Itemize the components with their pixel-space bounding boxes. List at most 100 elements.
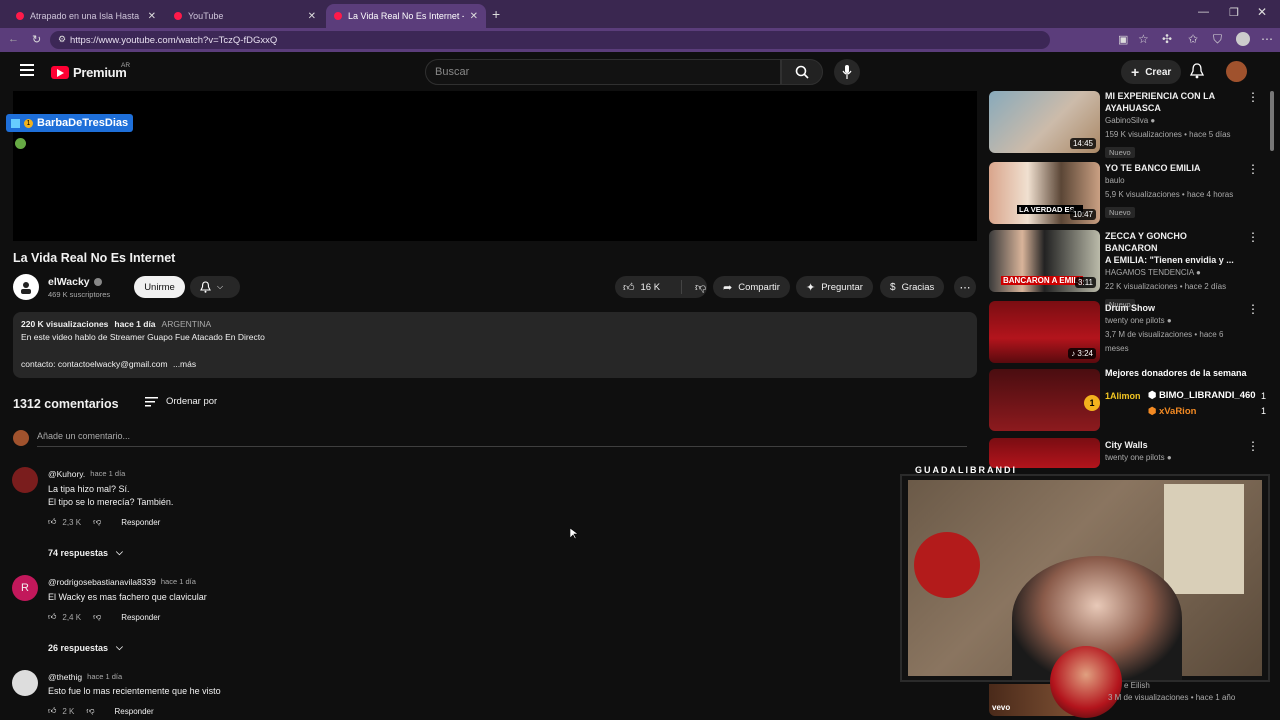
reader-icon[interactable]: ▣: [1118, 33, 1128, 46]
more-vertical-icon[interactable]: ⋮: [1247, 230, 1259, 244]
browser-tab[interactable]: YouTube ✕: [166, 4, 324, 28]
comment-time: hace 1 día: [160, 577, 196, 586]
reply-button[interactable]: Responder: [121, 613, 160, 622]
new-badge: Nuevo: [1105, 147, 1135, 158]
comment-avatar[interactable]: [12, 670, 38, 696]
comment-author[interactable]: @rodrigosebastianavila8339: [48, 577, 156, 587]
notifications-bell-icon[interactable]: [1190, 63, 1204, 79]
add-comment-input[interactable]: Añade un comentario...: [37, 431, 130, 441]
channel-avatar[interactable]: [13, 274, 39, 300]
recommendation-meta: 5,9 K visualizaciones • hace 4 horas: [1105, 190, 1234, 199]
verified-icon: [93, 278, 102, 286]
subscribed-bell-button[interactable]: ⌵: [190, 276, 240, 298]
thanks-button[interactable]: $ Gracias: [880, 276, 945, 298]
thumbs-down-icon[interactable]: 👎︎: [93, 517, 101, 527]
account-avatar[interactable]: [1226, 61, 1247, 82]
video-player[interactable]: [13, 91, 977, 241]
youtube-premium-logo[interactable]: Premium: [51, 65, 127, 80]
close-tab-icon[interactable]: ✕: [470, 11, 478, 22]
extensions-icon[interactable]: ✣: [1162, 32, 1172, 46]
site-info-icon[interactable]: ⚙: [58, 34, 66, 45]
recommendation-thumbnail[interactable]: LA VERDAD ES... 10:47: [989, 162, 1100, 224]
comment-header: @thethig hace 1 día: [48, 672, 122, 682]
comment-avatar[interactable]: [12, 467, 38, 493]
mouse-cursor-icon: [570, 528, 578, 540]
rank-icon: 1: [24, 118, 33, 128]
close-window-icon[interactable]: ✕: [1257, 5, 1267, 19]
scrollbar-thumb[interactable]: [1270, 91, 1274, 151]
favorite-star-icon[interactable]: ☆: [1138, 32, 1149, 46]
view-replies-button[interactable]: 26 respuestas ⌵: [48, 642, 123, 653]
close-tab-icon[interactable]: ✕: [148, 11, 156, 22]
donor-badge-icon: ⬢: [1148, 406, 1159, 417]
recommendation-meta: 3 M de visualizaciones • hace 1 año: [1108, 693, 1236, 702]
more-vertical-icon[interactable]: ⋮: [1247, 90, 1259, 104]
share-button[interactable]: ➦ Compartir: [713, 276, 790, 298]
thumbs-up-icon[interactable]: 👍︎: [48, 612, 56, 622]
recommendation-channel: baulo: [1105, 176, 1125, 185]
show-more-link[interactable]: ...más: [173, 359, 196, 369]
avatar-sticker: [1050, 646, 1122, 718]
comment-actions: 👍︎ 2,4 K 👎︎ Responder: [48, 612, 161, 622]
favorites-icon[interactable]: ✩: [1188, 32, 1198, 46]
recommendation-info[interactable]: City Walls twenty one pilots ●: [1105, 439, 1240, 465]
profile-avatar-icon[interactable]: [1236, 32, 1250, 46]
reply-button[interactable]: Responder: [115, 707, 154, 716]
back-icon[interactable]: ←: [8, 33, 19, 45]
recommendation-thumbnail[interactable]: 14:45: [989, 91, 1100, 153]
comment-text: El tipo se lo merecía? También.: [48, 497, 174, 507]
browser-tab[interactable]: Atrapado en una Isla Hasta que C ✕: [8, 4, 164, 28]
recommendation-thumbnail[interactable]: [989, 438, 1100, 468]
restore-icon[interactable]: ❐: [1229, 6, 1239, 19]
hamburger-menu-icon[interactable]: [20, 64, 34, 76]
comment-author[interactable]: @Kuhory.: [48, 469, 85, 479]
dislike-button[interactable]: 👎︎: [688, 281, 706, 294]
like-button[interactable]: 👍︎ 16 K: [615, 280, 682, 294]
recommendation-info[interactable]: Drum Show twenty one pilots ● 3,7 M de v…: [1105, 302, 1240, 356]
recommendation-title: Drum Show: [1105, 303, 1156, 313]
channel-name-row[interactable]: elWacky: [48, 276, 102, 288]
thumbs-down-icon[interactable]: 👎︎: [86, 706, 94, 716]
reply-button[interactable]: Responder: [121, 518, 160, 527]
view-replies-button[interactable]: 74 respuestas ⌵: [48, 547, 123, 558]
thumbs-up-icon[interactable]: 👍︎: [48, 706, 56, 716]
join-button[interactable]: Unirme: [134, 276, 185, 298]
recommendation-title: City Walls: [1105, 440, 1148, 450]
recommendation-info[interactable]: MI EXPERIENCIA CON LA AYAHUASCA GabinoSi…: [1105, 90, 1240, 160]
close-tab-icon[interactable]: ✕: [308, 11, 316, 22]
new-tab-icon[interactable]: +: [492, 6, 500, 22]
minimize-icon[interactable]: —: [1198, 6, 1209, 18]
recommendation-info[interactable]: YO TE BANCO EMILIA baulo 5,9 K visualiza…: [1105, 162, 1240, 220]
comment-avatar[interactable]: R: [12, 575, 38, 601]
more-vertical-icon[interactable]: ⋮: [1247, 162, 1259, 176]
create-button[interactable]: + Crear: [1121, 60, 1182, 84]
more-actions-button[interactable]: ⋯: [954, 276, 976, 298]
recommendation-info[interactable]: ZECCA Y GONCHO BANCARON A EMILIA: "Tiene…: [1105, 230, 1240, 312]
url-input[interactable]: https://www.youtube.com/watch?v=TczQ-fDG…: [50, 31, 1050, 49]
thumbs-up-icon[interactable]: 👍︎: [48, 517, 56, 527]
video-title: La Vida Real No Es Internet: [13, 251, 176, 265]
thumbs-down-icon[interactable]: 👎︎: [93, 612, 101, 622]
ask-button[interactable]: ✦ Preguntar: [796, 276, 873, 298]
browser-tab-active[interactable]: La Vida Real No Es Internet - YouT ✕: [326, 4, 486, 28]
description-text: En este video hablo de Streamer Guapo Fu…: [21, 332, 265, 342]
donor-amount: 1: [1261, 406, 1267, 416]
sort-by-button[interactable]: Ordenar por: [145, 396, 217, 407]
thumbnail-text: BANCARON A EMILI: [1001, 276, 1083, 285]
search-input[interactable]: Buscar: [425, 59, 781, 85]
comment-author[interactable]: @thethig: [48, 672, 82, 682]
more-vertical-icon[interactable]: ⋮: [1247, 302, 1259, 316]
more-menu-icon[interactable]: ⋯: [1261, 32, 1273, 46]
more-vertical-icon[interactable]: ⋮: [1247, 439, 1259, 453]
bell-icon: [200, 281, 211, 293]
reload-icon[interactable]: ↻: [32, 33, 41, 46]
divider: [37, 446, 967, 447]
recommendation-thumbnail[interactable]: ♪ 3:24: [989, 301, 1100, 363]
sort-icon: [145, 396, 158, 406]
voice-search-button[interactable]: [834, 59, 860, 85]
shield-icon[interactable]: ⛉: [1213, 32, 1222, 47]
recommendation-title: ZECCA Y GONCHO BANCARON: [1105, 231, 1187, 253]
recommendation-thumbnail[interactable]: BANCARON A EMILI 3:11: [989, 230, 1100, 292]
donor-name: ⬢ xVaRion: [1148, 406, 1197, 417]
search-button[interactable]: [781, 59, 823, 85]
